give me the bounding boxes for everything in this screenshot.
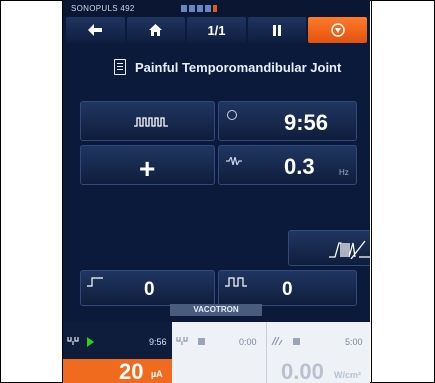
pause-button[interactable] — [247, 17, 307, 43]
program-title: Painful Temporomandibular Joint — [135, 60, 342, 75]
intensity-unit: W/cm² — [334, 370, 361, 380]
plus-icon: + — [139, 153, 156, 184]
device-screen: SONOPULS 492 1/1 Painful Temporomandibul… — [63, 0, 370, 383]
right-parameter-value: 0 — [282, 279, 293, 300]
nav-bar: 1/1 — [63, 17, 370, 43]
frequency-unit: Hz — [339, 168, 349, 177]
right-parameter-panel[interactable]: 0 — [218, 270, 357, 306]
time-panel[interactable]: 9:56 — [218, 101, 357, 141]
right-divider — [371, 0, 372, 383]
electrode-icon — [176, 337, 188, 345]
brand-label: SONOPULS 492 — [71, 4, 135, 13]
intensity-display[interactable]: 0.00 W/cm² — [267, 359, 370, 383]
clock-icon — [227, 110, 237, 120]
modulation-ramp-icon — [329, 240, 370, 259]
play-icon — [87, 337, 94, 347]
pulse-icon — [225, 277, 247, 287]
back-button[interactable] — [66, 17, 125, 43]
frequency-panel[interactable]: 0.3 Hz — [218, 145, 357, 185]
channel-3-time: 5:00 — [345, 337, 363, 347]
channel-3[interactable]: 5:00 0.00 W/cm² — [266, 322, 370, 383]
stop-status-icon — [293, 338, 300, 345]
program-title-row: Painful Temporomandibular Joint — [63, 56, 370, 80]
stop-status-icon — [198, 338, 205, 345]
page-indicator: 1/1 — [187, 17, 246, 43]
time-value: 9:56 — [284, 110, 329, 135]
add-button[interactable]: + — [80, 145, 215, 185]
pause-icon — [273, 24, 282, 36]
electrode-icon — [67, 337, 79, 345]
channel-1[interactable]: 9:56 20 µA — [63, 322, 172, 383]
amplitude-display[interactable]: 20 µA — [63, 359, 172, 383]
ultrasound-head-icon — [271, 337, 283, 345]
stop-icon — [330, 23, 345, 37]
channel-bar: 9:56 20 µA 0:00 5:00 0.00 W/cm² — [63, 322, 370, 383]
home-button[interactable] — [126, 17, 186, 43]
left-parameter-panel[interactable]: 0 — [80, 270, 215, 306]
step-rise-icon — [87, 277, 103, 287]
module-label: VACOTRON — [170, 304, 262, 316]
amplitude-unit: µA — [151, 369, 163, 379]
arrow-left-icon — [88, 24, 103, 36]
stop-button[interactable] — [308, 17, 367, 43]
battery-icon — [181, 5, 217, 12]
waveform-icon — [134, 117, 168, 127]
intensity-value: 0.00 — [281, 359, 324, 383]
modulation-button[interactable] — [288, 230, 370, 266]
status-bar: SONOPULS 492 — [63, 0, 370, 17]
home-icon — [149, 24, 163, 36]
amplitude-value: 20 — [119, 359, 144, 383]
left-parameter-value: 0 — [144, 279, 155, 300]
waveform-button[interactable] — [80, 101, 215, 141]
channel-1-time: 9:56 — [149, 337, 167, 347]
frequency-value: 0.3 — [284, 154, 315, 179]
frequency-icon — [226, 157, 242, 165]
document-icon — [114, 59, 126, 75]
channel-2-time: 0:00 — [239, 337, 257, 347]
channel-2[interactable]: 0:00 — [172, 322, 266, 383]
